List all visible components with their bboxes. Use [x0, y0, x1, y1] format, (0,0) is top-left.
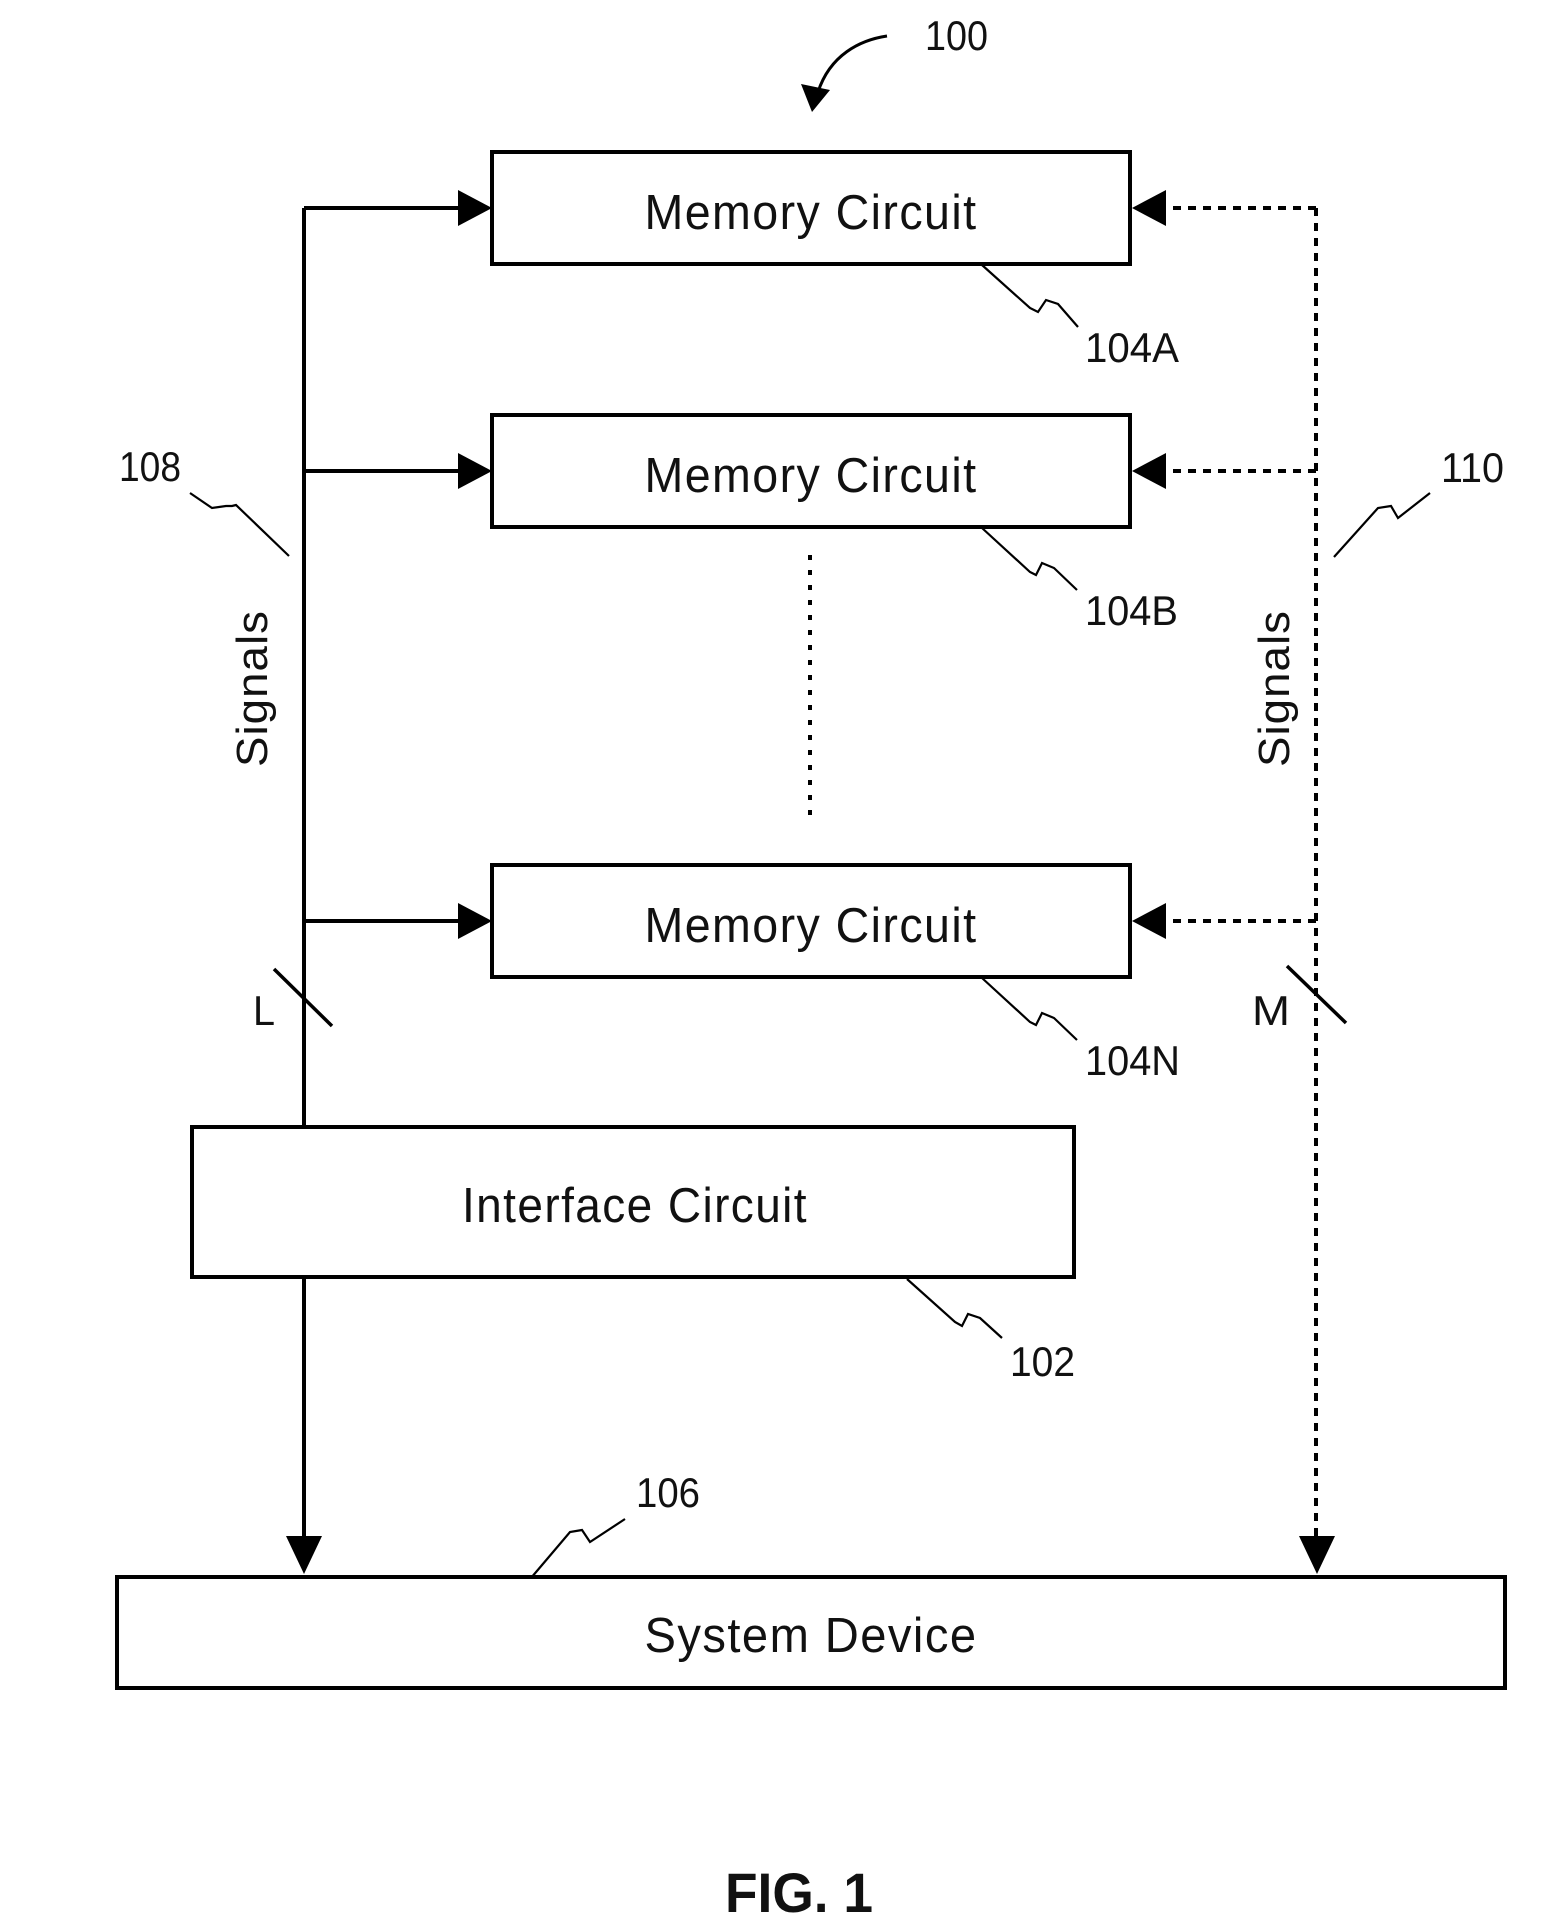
arrowhead-down-icon [1299, 1536, 1335, 1574]
interface-circuit: Interface Circuit 102 [190, 1125, 1076, 1385]
figure-ref-arrowhead-icon [801, 84, 830, 112]
memory-circuit-n: Memory Circuit 104N [490, 863, 1180, 1084]
figure-reference: 100 [801, 12, 988, 112]
bus-right-width-label: M [1252, 987, 1290, 1034]
bus-right-signals-label: Signals [1250, 610, 1299, 767]
system-device-ref-leader [530, 1518, 626, 1579]
memory-circuit-n-ref-leader [981, 977, 1078, 1041]
system-device-ref: 106 [636, 1469, 700, 1516]
memory-circuit-b-ref: 104B [1085, 587, 1178, 634]
arrowhead-right-icon [458, 903, 492, 939]
memory-circuit-a-label: Memory Circuit [645, 186, 978, 240]
bus-left-ref: 108 [119, 443, 181, 490]
figure-ref-number: 100 [925, 12, 988, 59]
memory-circuit-b-ref-leader [981, 527, 1078, 591]
memory-circuit-n-label: Memory Circuit [645, 899, 978, 953]
bus-left-ref-leader [189, 492, 290, 557]
bus-left-width-label: L [253, 987, 275, 1034]
system-device-label: System Device [645, 1609, 978, 1663]
block-diagram: 100 L Signals 108 M Signals 110 Memory C… [115, 12, 1507, 1924]
bus-right: M Signals 110 [1132, 190, 1504, 1574]
memory-circuit-a: Memory Circuit 104A [490, 150, 1179, 371]
memory-circuit-n-ref: 104N [1085, 1037, 1180, 1084]
interface-circuit-ref: 102 [1010, 1338, 1075, 1385]
arrowhead-right-icon [458, 190, 492, 226]
memory-circuit-b: Memory Circuit 104B [490, 413, 1178, 634]
arrowhead-right-icon [458, 453, 492, 489]
memory-circuit-a-ref-leader [981, 264, 1079, 328]
interface-circuit-label: Interface Circuit [462, 1179, 808, 1233]
figure-ref-curved-arrow [816, 34, 888, 93]
arrowhead-left-icon [1132, 453, 1166, 489]
memory-circuit-a-ref: 104A [1085, 324, 1179, 371]
interface-circuit-ref-leader [906, 1278, 1003, 1339]
bus-left-signals-label: Signals [228, 610, 277, 767]
system-device: System Device 106 [115, 1469, 1507, 1690]
bus-right-ref: 110 [1441, 444, 1504, 491]
bus-right-ref-leader [1333, 492, 1431, 558]
arrowhead-left-icon [1132, 903, 1166, 939]
arrowhead-left-icon [1132, 190, 1166, 226]
memory-circuit-b-label: Memory Circuit [645, 449, 978, 503]
arrowhead-down-icon [286, 1536, 322, 1574]
figure-caption: FIG. 1 [725, 1861, 873, 1924]
